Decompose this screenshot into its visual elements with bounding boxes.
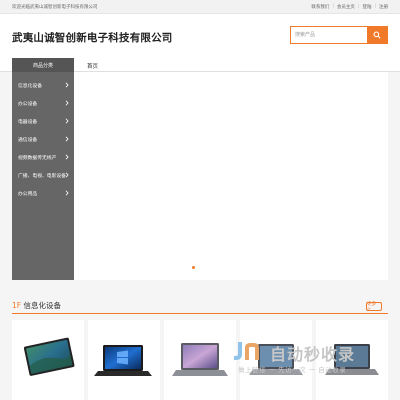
sidebar-item-label: 信息化设备 xyxy=(18,83,42,89)
chevron-right-icon xyxy=(65,136,69,142)
sidebar-item-broadcast-tv-film[interactable]: 广播、电视、电影设备 xyxy=(12,166,74,184)
divider: | xyxy=(357,4,360,9)
section-divider xyxy=(12,313,388,314)
sidebar-item-label: 通信设备 xyxy=(18,137,38,143)
carousel-dot[interactable] xyxy=(192,266,195,269)
product-card[interactable] xyxy=(164,320,236,400)
laptop-image xyxy=(325,344,379,375)
product-list xyxy=(12,320,388,400)
laptop-image xyxy=(249,344,303,375)
sidebar-item-office-equipment[interactable]: 办公设备 xyxy=(12,94,74,112)
divider: | xyxy=(332,4,334,9)
welcome-text: 欢迎光临武夷山诚智创新电子科技有限公司 xyxy=(12,5,98,10)
divider: | xyxy=(374,4,376,9)
sidebar-item-label: 办公设备 xyxy=(18,101,38,107)
sidebar-item-office-supplies[interactable]: 办公用品 xyxy=(12,184,74,202)
nav-home-link[interactable]: 首页 xyxy=(87,62,98,70)
section-title: 1F 信息化设备 xyxy=(12,300,61,311)
search-button[interactable] xyxy=(367,27,387,43)
search-input[interactable] xyxy=(291,27,368,43)
sidebar-item-electrical-equipment[interactable]: 电器设备 xyxy=(12,112,74,130)
sidebar-item-info-equipment[interactable]: 信息化设备 xyxy=(12,76,74,94)
laptop-image xyxy=(172,343,228,376)
chevron-right-icon xyxy=(65,154,69,160)
member-home-link[interactable]: 会员主页 xyxy=(337,4,355,10)
site-header: 武夷山诚智创新电子科技有限公司 xyxy=(0,14,400,58)
product-card[interactable] xyxy=(240,320,312,400)
contact-link[interactable]: 联系我们 xyxy=(311,4,329,10)
top-bar: 欢迎光临武夷山诚智创新电子科技有限公司 联系我们 | 会员主页 | 登陆 | 注… xyxy=(0,0,400,14)
search-box xyxy=(290,26,388,44)
login-link[interactable]: 登陆 xyxy=(362,4,371,10)
section-title-text: 信息化设备 xyxy=(23,301,61,310)
more-button[interactable]: 更多 > xyxy=(366,302,382,312)
search-icon xyxy=(373,31,381,39)
floor-number: 1F xyxy=(12,301,22,310)
tablet-image xyxy=(23,337,75,376)
sidebar-item-label: 办公用品 xyxy=(18,191,38,197)
top-links: 联系我们 | 会员主页 | 登陆 | 注册 xyxy=(311,4,388,10)
sidebar-item-label: 电器设备 xyxy=(18,119,38,125)
chevron-right-icon xyxy=(65,190,69,196)
sidebar-item-video-wireless[interactable]: 视频数据传无线产 xyxy=(12,148,74,166)
category-heading[interactable]: 商品分类 xyxy=(12,58,74,72)
chevron-right-icon xyxy=(65,118,69,124)
product-card[interactable] xyxy=(88,320,160,400)
nav-bar: 商品分类 首页 xyxy=(0,58,400,72)
product-card[interactable] xyxy=(12,320,84,400)
product-card[interactable] xyxy=(316,320,388,400)
banner-carousel xyxy=(74,72,388,280)
sidebar-item-label: 广播、电视、电影设备 xyxy=(18,173,66,179)
chevron-right-icon xyxy=(65,172,69,178)
sidebar-item-communication-equipment[interactable]: 通信设备 xyxy=(12,130,74,148)
chevron-right-icon xyxy=(65,82,69,88)
sidebar-item-label: 视频数据传无线产 xyxy=(18,155,57,161)
category-sidebar: 信息化设备 办公设备 电器设备 通信设备 视频数据传无线产 广播、电视、电影设备… xyxy=(12,72,74,280)
laptop-image xyxy=(94,345,152,376)
chevron-right-icon xyxy=(65,100,69,106)
register-link[interactable]: 注册 xyxy=(379,4,388,10)
site-title[interactable]: 武夷山诚智创新电子科技有限公司 xyxy=(12,30,173,45)
